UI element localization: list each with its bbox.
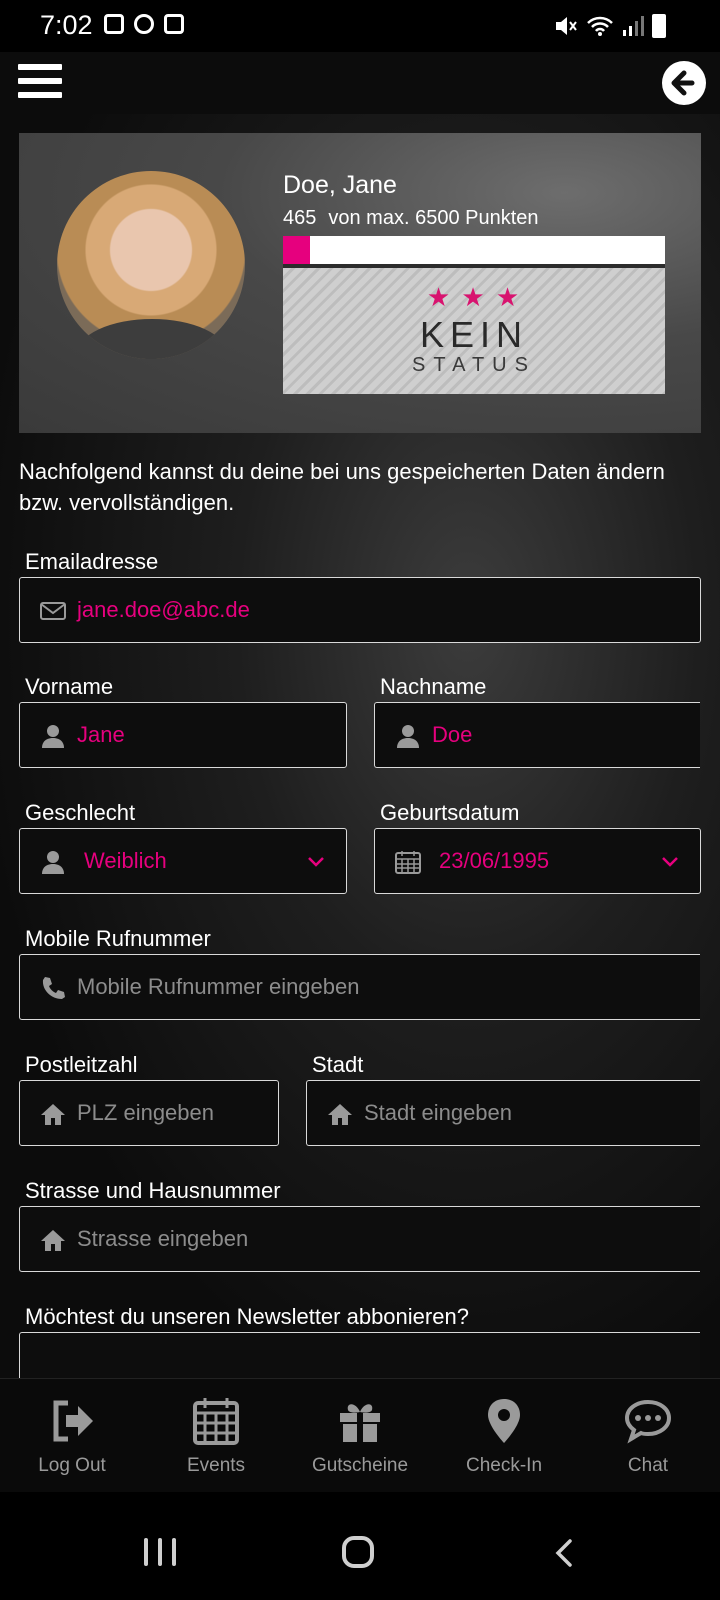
mute-icon: [556, 17, 577, 35]
status-badge: ★ ★ ★ KEIN STATUS: [283, 268, 665, 394]
home-icon: [41, 1104, 65, 1125]
nav-logout[interactable]: Log Out: [0, 1397, 144, 1477]
location-pin-icon: [488, 1399, 520, 1443]
street-label: Strasse und Hausnummer: [25, 1178, 281, 1203]
calendar-icon: [395, 851, 421, 874]
zip-placeholder: PLZ eingeben: [77, 1100, 214, 1125]
home-icon: [328, 1104, 352, 1125]
system-navigation-bar: [0, 1492, 720, 1600]
city-field[interactable]: Stadt eingeben: [306, 1080, 700, 1146]
menu-icon[interactable]: [18, 64, 62, 102]
back-button[interactable]: [662, 61, 706, 105]
chevron-down-icon: [662, 857, 678, 867]
avatar: [57, 171, 245, 359]
intro-text: Nachfolgend kannst du deine bei uns gesp…: [19, 459, 665, 515]
street-field[interactable]: Strasse eingeben: [19, 1206, 700, 1272]
lastname-field[interactable]: Doe: [374, 702, 700, 768]
badge-title: KEIN: [419, 314, 529, 355]
newsletter-label: Möchtest du unseren Newsletter abboniere…: [25, 1304, 469, 1329]
system-icons: [554, 14, 666, 38]
logout-icon: [53, 1400, 93, 1442]
gift-icon: [340, 1404, 380, 1442]
gender-value: Weiblich: [84, 848, 167, 873]
zip-label: Postleitzahl: [25, 1052, 138, 1077]
phone-icon: [42, 977, 65, 999]
battery-icon: [652, 14, 666, 38]
zip-field[interactable]: PLZ eingeben: [19, 1080, 279, 1146]
user-icon: [42, 725, 64, 748]
status-time: 7:02: [40, 10, 93, 40]
city-label: Stadt: [312, 1052, 364, 1077]
recent-apps-button[interactable]: [144, 1538, 176, 1566]
points-value: 465: [283, 207, 317, 229]
badge-subtitle: STATUS: [412, 354, 536, 376]
points-progress-bar: [283, 236, 665, 264]
street-placeholder: Strasse eingeben: [77, 1226, 249, 1251]
app-bar: [0, 52, 720, 114]
nav-gutscheine-label: Gutscheine: [311, 1455, 409, 1476]
birthdate-label: Geburtsdatum: [380, 800, 520, 825]
gender-select[interactable]: Weiblich: [19, 828, 347, 894]
points-text: 465 von max. 6500 Punkten: [283, 207, 539, 230]
media-icon: [164, 14, 184, 34]
notification-icons: [104, 14, 184, 34]
stars-icon: ★ ★ ★: [426, 282, 522, 312]
firstname-value: Jane: [77, 722, 125, 747]
mobile-field[interactable]: Mobile Rufnummer eingeben: [19, 954, 700, 1020]
lastname-label: Nachname: [380, 674, 487, 699]
points-suffix: von max. 6500 Punkten: [328, 207, 539, 229]
system-back-button[interactable]: [552, 1538, 576, 1568]
signal-icon: [623, 16, 644, 36]
email-value: jane.doe@abc.de: [77, 597, 250, 622]
nav-events[interactable]: Events: [144, 1397, 288, 1477]
home-icon: [41, 1230, 65, 1251]
nav-logout-label: Log Out: [38, 1455, 106, 1476]
birthdate-select[interactable]: 23/06/1995: [374, 828, 701, 894]
chat-bubble-icon: [624, 1399, 672, 1444]
calendar-icon: [193, 1398, 239, 1445]
user-icon: [42, 851, 64, 874]
lastname-value: Doe: [432, 722, 473, 747]
home-button[interactable]: [342, 1536, 374, 1568]
nav-events-label: Events: [186, 1455, 246, 1476]
envelope-icon: [40, 602, 66, 620]
mobile-label: Mobile Rufnummer: [25, 926, 211, 951]
email-field[interactable]: jane.doe@abc.de: [19, 577, 701, 643]
profile-name: Doe, Jane: [283, 171, 397, 199]
status-bar: 7:02: [0, 0, 720, 52]
user-icon: [397, 725, 419, 748]
nav-chat-label: Chat: [627, 1455, 669, 1476]
gender-label: Geschlecht: [25, 800, 136, 825]
nav-chat[interactable]: Chat: [576, 1397, 720, 1477]
wifi-icon: [587, 16, 613, 36]
chevron-down-icon: [308, 857, 324, 867]
bottom-nav: Log Out Events Gutscheine Check-In Chat: [0, 1378, 720, 1493]
birthdate-value: 23/06/1995: [439, 848, 550, 873]
firstname-field[interactable]: Jane: [19, 702, 347, 768]
arrow-left-icon: [671, 70, 695, 96]
nav-checkin[interactable]: Check-In: [432, 1397, 576, 1477]
nav-checkin-label: Check-In: [465, 1455, 543, 1476]
gallery-icon: [104, 14, 124, 34]
email-label: Emailadresse: [25, 549, 159, 574]
profile-card: Doe, Jane 465 von max. 6500 Punkten ★ ★ …: [19, 133, 701, 433]
nav-gutscheine[interactable]: Gutscheine: [288, 1397, 432, 1477]
newsletter-field[interactable]: [19, 1332, 700, 1378]
city-placeholder: Stadt eingeben: [364, 1100, 513, 1125]
profile-content[interactable]: Doe, Jane 465 von max. 6500 Punkten ★ ★ …: [0, 114, 720, 1378]
firstname-label: Vorname: [25, 674, 114, 699]
sync-icon: [134, 14, 154, 34]
points-progress-fill: [283, 236, 311, 264]
mobile-placeholder: Mobile Rufnummer eingeben: [77, 974, 360, 999]
